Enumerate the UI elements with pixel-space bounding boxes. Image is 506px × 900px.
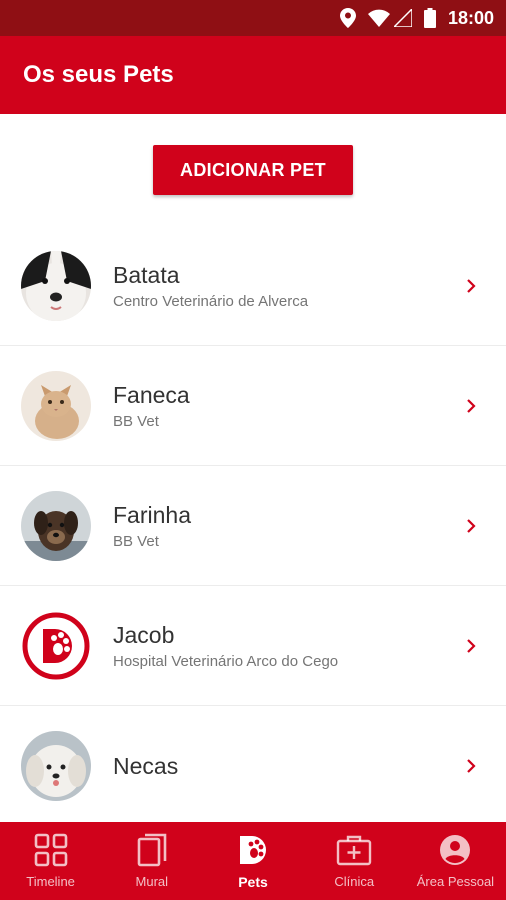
add-pet-section: ADICIONAR PET <box>0 114 506 226</box>
chevron-right-icon <box>467 398 476 413</box>
pet-name: Batata <box>113 261 180 288</box>
pet-avatar <box>21 250 91 321</box>
pet-name: Faneca <box>113 381 190 408</box>
pet-avatar <box>21 610 91 681</box>
pet-clinic: BB Vet <box>113 532 159 550</box>
cat-photo <box>21 370 91 441</box>
chevron-right-icon <box>467 278 476 293</box>
pet-name: Farinha <box>113 501 191 528</box>
pet-list-item[interactable]: Farinha BB Vet <box>0 466 506 586</box>
puppy-photo <box>21 490 91 561</box>
pet-list-item[interactable]: Faneca BB Vet <box>0 346 506 466</box>
pet-avatar <box>21 730 91 801</box>
grid-icon <box>33 832 69 868</box>
medical-kit-icon <box>336 832 372 868</box>
bottom-nav: Timeline Mural Pets Clínica Área Pessoal <box>0 822 506 900</box>
dog-photo <box>21 250 91 321</box>
signal-icon <box>393 9 412 27</box>
paw-logo-icon <box>235 832 271 868</box>
nav-item-pets[interactable]: Pets <box>202 822 303 900</box>
pet-list-item[interactable]: Necas <box>0 706 506 822</box>
page-title: Os seus Pets <box>23 61 174 88</box>
nav-label: Pets <box>238 874 268 890</box>
status-time: 18:00 <box>447 7 494 28</box>
chevron-right-icon <box>467 638 476 653</box>
nav-item-clinica[interactable]: Clínica <box>304 822 405 900</box>
pet-name: Necas <box>113 752 179 779</box>
pet-name: Jacob <box>113 621 175 648</box>
add-pet-button[interactable]: ADICIONAR PET <box>153 145 353 195</box>
pet-clinic: BB Vet <box>113 412 159 430</box>
pet-avatar <box>21 370 91 441</box>
chevron-right-icon <box>467 758 476 773</box>
status-bar: 18:00 <box>0 0 506 36</box>
nav-item-mural[interactable]: Mural <box>101 822 202 900</box>
app-bar: Os seus Pets <box>0 36 506 114</box>
account-icon <box>437 832 473 868</box>
white-dog-photo <box>21 730 91 801</box>
nav-label: Mural <box>135 874 169 889</box>
pet-clinic: Hospital Veterinário Arco do Cego <box>113 652 339 670</box>
battery-icon <box>423 8 436 28</box>
pages-icon <box>134 832 170 868</box>
pet-list-item[interactable]: Jacob Hospital Veterinário Arco do Cego <box>0 586 506 706</box>
wifi-icon <box>367 9 390 27</box>
pet-clinic: Centro Veterinário de Alverca <box>113 292 309 310</box>
nav-label: Timeline <box>26 874 75 889</box>
nav-item-area-pessoal[interactable]: Área Pessoal <box>405 822 506 900</box>
pet-list-item[interactable]: Batata Centro Veterinário de Alverca <box>0 226 506 346</box>
location-icon <box>339 8 356 28</box>
chevron-right-icon <box>467 518 476 533</box>
nav-label: Clínica <box>334 874 375 889</box>
pet-list: Batata Centro Veterinário de Alverca Fan… <box>0 226 506 822</box>
nav-item-timeline[interactable]: Timeline <box>0 822 101 900</box>
app-logo <box>21 610 91 681</box>
pet-avatar <box>21 490 91 561</box>
nav-label: Área Pessoal <box>416 874 495 889</box>
